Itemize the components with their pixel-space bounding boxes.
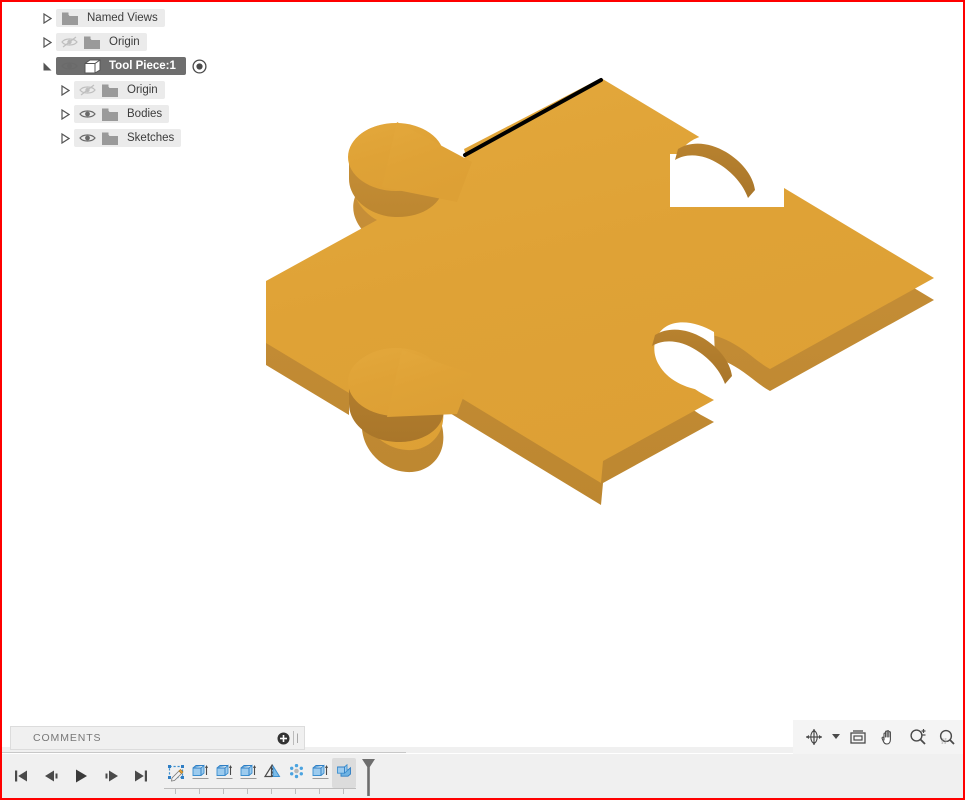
pan-hand-icon[interactable] — [875, 724, 901, 750]
timeline-item-combine[interactable] — [332, 758, 356, 788]
tree-label: Bodies — [127, 108, 163, 120]
view-navigation-bar[interactable] — [793, 720, 963, 754]
extrude-icon — [192, 764, 208, 779]
mirror-icon — [263, 764, 280, 779]
fusion-application-window: Named Views Origin Tool Piece:1 Origin B… — [0, 0, 965, 800]
collapsed-arrow-icon[interactable] — [38, 6, 56, 30]
tree-label: Tool Piece:1 — [109, 60, 176, 72]
orbit-icon[interactable] — [801, 724, 827, 750]
timeline-item-extrude-1[interactable] — [188, 758, 212, 788]
eye-visible-icon[interactable] — [76, 102, 98, 126]
timeline-playback-controls[interactable] — [2, 763, 152, 789]
eye-hidden-icon[interactable] — [58, 30, 80, 54]
timeline-track — [164, 788, 356, 794]
component-icon — [80, 54, 104, 78]
collapsed-arrow-icon[interactable] — [56, 102, 74, 126]
tree-row-tool-piece[interactable]: Tool Piece:1 — [2, 54, 242, 78]
collapsed-arrow-icon[interactable] — [56, 78, 74, 102]
activate-component-radio[interactable] — [190, 54, 210, 78]
chevron-down-icon[interactable] — [831, 724, 841, 750]
eye-visible-icon[interactable] — [58, 54, 80, 78]
comments-title: COMMENTS — [33, 732, 102, 744]
folder-icon — [98, 126, 122, 150]
tree-label: Sketches — [127, 132, 175, 144]
tree-row-sketches[interactable]: Sketches — [2, 126, 242, 150]
browser-tree-panel[interactable]: Named Views Origin Tool Piece:1 Origin B… — [2, 2, 242, 150]
combine-icon — [336, 764, 351, 777]
step-forward-icon[interactable] — [100, 763, 122, 789]
tree-row-origin-child[interactable]: Origin — [2, 78, 242, 102]
expanded-arrow-icon[interactable] — [38, 54, 56, 78]
collapsed-arrow-icon[interactable] — [38, 30, 56, 54]
comments-panel[interactable]: COMMENTS | — [10, 726, 305, 750]
folder-icon — [98, 102, 122, 126]
tree-label: Origin — [109, 36, 140, 48]
timeline-item-extrude-2[interactable] — [212, 758, 236, 788]
resize-grip-icon[interactable]: | — [293, 731, 302, 745]
folder-icon — [80, 30, 104, 54]
step-back-icon[interactable] — [40, 763, 62, 789]
extrude-icon — [216, 764, 232, 779]
tree-row-origin-root[interactable]: Origin — [2, 30, 242, 54]
sketch-icon — [167, 765, 184, 782]
fit-icon[interactable] — [935, 724, 961, 750]
tree-row-bodies[interactable]: Bodies — [2, 102, 242, 126]
look-at-icon[interactable] — [845, 724, 871, 750]
extrude-icon — [312, 764, 328, 779]
panel-divider — [2, 752, 406, 753]
timeline-item-mirror[interactable] — [260, 758, 284, 788]
play-icon[interactable] — [70, 763, 92, 789]
skip-to-start-icon[interactable] — [10, 763, 32, 789]
timeline-item-sketch[interactable] — [164, 758, 188, 788]
timeline-item-extrude-4[interactable] — [308, 758, 332, 788]
timeline-bar[interactable] — [2, 754, 963, 798]
extrude-icon — [240, 764, 256, 779]
collapsed-arrow-icon[interactable] — [56, 126, 74, 150]
timeline-item-circular-pattern[interactable] — [284, 758, 308, 788]
tree-label: Named Views — [87, 12, 158, 24]
plus-circle-icon[interactable] — [273, 732, 293, 745]
timeline-item-extrude-3[interactable] — [236, 758, 260, 788]
zoom-icon[interactable] — [905, 724, 931, 750]
eye-hidden-icon[interactable] — [76, 78, 98, 102]
folder-icon — [98, 78, 122, 102]
circular-pattern-icon — [289, 764, 303, 779]
folder-icon — [58, 6, 82, 30]
skip-to-end-icon[interactable] — [130, 763, 152, 789]
eye-visible-icon[interactable] — [76, 126, 98, 150]
timeline-end-marker[interactable] — [358, 758, 378, 798]
tree-label: Origin — [127, 84, 158, 96]
timeline-feature-list[interactable] — [164, 754, 378, 798]
tree-row-named-views[interactable]: Named Views — [2, 6, 242, 30]
